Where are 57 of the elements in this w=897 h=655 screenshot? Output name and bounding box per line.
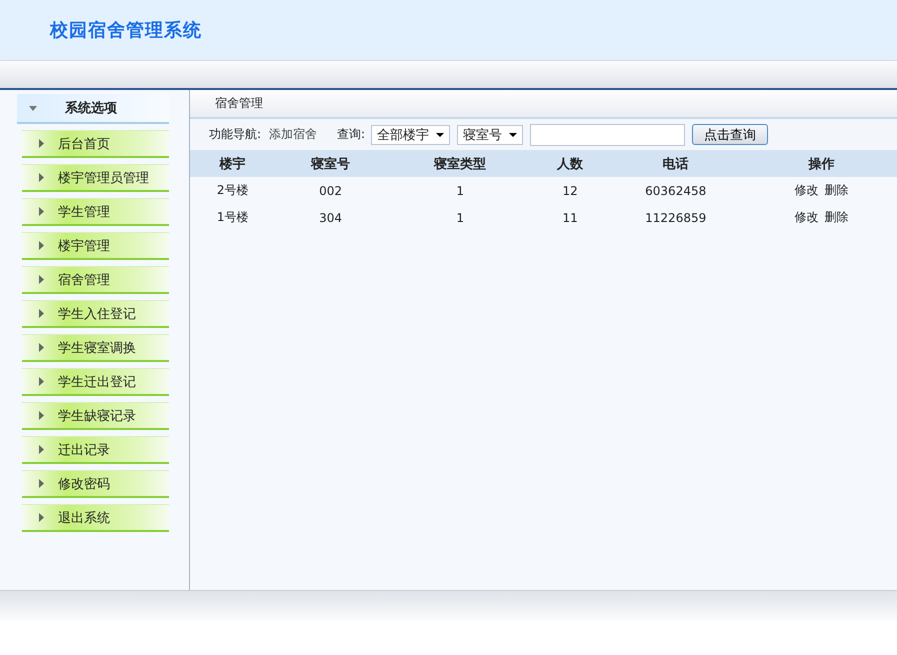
- table-cell: 12: [562, 184, 578, 198]
- dropdown-icon: [509, 132, 518, 136]
- sidebar-item[interactable]: 退出系统: [22, 504, 169, 532]
- section-title: 宿舍管理: [215, 95, 263, 112]
- arrow-icon: [39, 241, 44, 250]
- arrow-icon: [39, 139, 44, 148]
- sidebar-item[interactable]: 修改密码: [22, 470, 169, 498]
- action-link[interactable]: 修改: [794, 183, 818, 197]
- sidebar-item[interactable]: 学生寝室调换: [22, 334, 169, 362]
- search-button[interactable]: 点击查询: [692, 124, 768, 145]
- action-link[interactable]: 删除: [824, 210, 848, 224]
- sidebar-header[interactable]: 系统选项: [17, 94, 169, 124]
- room-select[interactable]: 寝室号: [457, 124, 524, 144]
- table-cell: 60362458: [645, 184, 706, 198]
- app-title: 校园宿舍管理系统: [50, 19, 202, 42]
- action-link[interactable]: 修改: [794, 210, 818, 224]
- table-cell: 1号楼: [216, 210, 249, 224]
- sidebar-item[interactable]: 迁出记录: [22, 436, 169, 464]
- column-header: 电话: [662, 156, 689, 172]
- arrow-icon: [39, 309, 44, 318]
- sidebar-item[interactable]: 楼宇管理员管理: [22, 164, 169, 192]
- table-cell: 002: [319, 184, 342, 198]
- column-header: 楼宇: [220, 156, 246, 172]
- sidebar-item[interactable]: 学生管理: [22, 198, 169, 226]
- dropdown-icon: [436, 132, 444, 136]
- arrow-icon: [39, 377, 44, 386]
- arrow-icon: [39, 411, 44, 420]
- query-label: 查询:: [337, 126, 366, 143]
- sidebar-item[interactable]: 学生入住登记: [22, 300, 169, 328]
- sidebar-item[interactable]: 学生缺寝记录: [22, 402, 169, 430]
- column-header: 操作: [808, 156, 834, 172]
- search-field[interactable]: [530, 124, 686, 146]
- sidebar-item[interactable]: 学生迁出登记: [22, 368, 169, 396]
- table-cell: 11: [562, 210, 578, 224]
- action-link[interactable]: 删除: [824, 183, 848, 197]
- column-header: 人数: [557, 156, 584, 172]
- table-cell: 2号楼: [216, 183, 249, 197]
- nav-label: 功能导航:: [209, 126, 262, 143]
- arrow-icon: [39, 513, 44, 522]
- table-cell: 304: [319, 210, 342, 224]
- arrow-icon: [39, 173, 44, 182]
- add-dorm-link[interactable]: 添加宿舍: [269, 126, 318, 143]
- arrow-icon: [39, 343, 44, 352]
- table-cell: 1: [456, 210, 464, 224]
- sidebar-item[interactable]: 宿舍管理: [22, 266, 169, 294]
- arrow-icon: [39, 207, 44, 216]
- column-header: 寝室类型: [434, 156, 486, 172]
- column-header: 寝室号: [311, 156, 350, 172]
- caret-icon: [29, 106, 37, 110]
- sidebar-item[interactable]: 后台首页: [22, 130, 169, 158]
- sidebar-item[interactable]: 楼宇管理: [22, 232, 169, 260]
- arrow-icon: [39, 275, 44, 284]
- table-cell: 11226859: [645, 210, 706, 224]
- table-cell: 1: [456, 184, 464, 198]
- building-select[interactable]: 全部楼宇: [371, 124, 450, 144]
- arrow-icon: [39, 479, 44, 488]
- arrow-icon: [39, 445, 44, 454]
